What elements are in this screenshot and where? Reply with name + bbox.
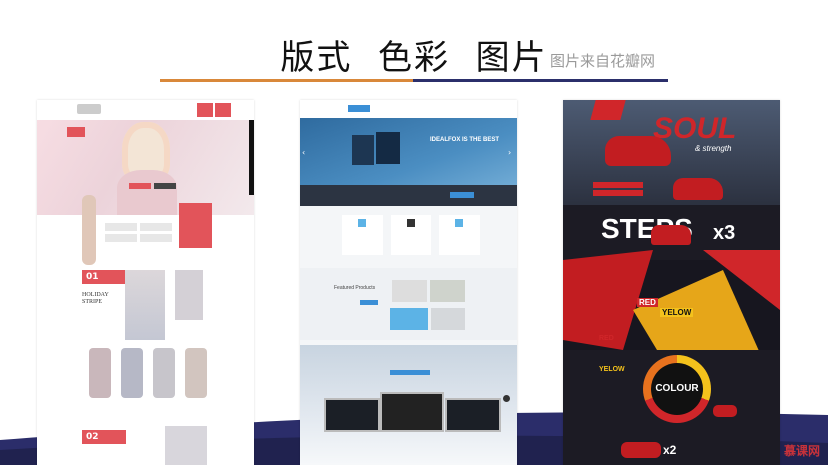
poster-word-x3: x3 xyxy=(713,222,736,244)
product-item xyxy=(89,348,111,398)
tech-hero-headline: IDEALFOX IS THE BEST xyxy=(430,137,500,143)
poster-tag xyxy=(590,100,626,120)
mooc-watermark: 慕课网 xyxy=(783,444,820,458)
poster-word-x2: x2 xyxy=(663,443,677,457)
poster-word-yellow: YELOW xyxy=(660,308,694,317)
car-small xyxy=(713,405,737,417)
product-photo xyxy=(125,270,165,340)
car-poster-mockup: SOUL & strength STEPS x3 RED YELOW RED Y… xyxy=(563,100,780,465)
section-number: 02 xyxy=(82,430,126,444)
slide-title-wrap: 版式 色彩 图片 xyxy=(0,30,828,79)
feature-icons-row xyxy=(105,223,175,245)
hero-cta xyxy=(154,183,176,189)
fashion-nav-button xyxy=(215,103,231,117)
poster-word-colour: COLOUR xyxy=(655,383,699,394)
section-number: 01 xyxy=(82,270,126,284)
product-item xyxy=(185,348,207,398)
fashion-side-toolbar xyxy=(249,120,254,195)
poster-geometric-shapes xyxy=(563,250,780,360)
hero-cta xyxy=(129,183,151,189)
feature-cards xyxy=(342,215,481,255)
feature-card xyxy=(390,215,432,255)
tech-cta-bar xyxy=(300,185,517,206)
poster-word-yellow: YELOW xyxy=(599,366,625,373)
feature-card xyxy=(439,215,481,255)
poster-word-soul: SOUL xyxy=(653,112,737,145)
title-underline-navy xyxy=(413,79,668,82)
product-photo xyxy=(165,426,207,465)
poster-word-red: RED xyxy=(599,335,614,342)
monitor-center xyxy=(380,392,444,432)
product-item xyxy=(153,348,175,398)
fashion-hero-tag xyxy=(67,127,85,137)
product-thumb-highlight xyxy=(390,308,428,330)
product-thumb xyxy=(431,308,465,330)
car-red-small xyxy=(673,178,723,200)
poster-word-strength: & strength xyxy=(695,144,732,153)
slider-next-icon[interactable] xyxy=(503,395,510,402)
tech-cta-button[interactable] xyxy=(450,192,474,198)
slide-subtitle: 图片来自花瓣网 xyxy=(550,52,656,70)
tech-logo xyxy=(348,105,370,112)
tech-top-nav xyxy=(300,100,517,118)
fashion-nav-button xyxy=(197,103,213,117)
slider-prev-icon[interactable]: ‹ xyxy=(302,148,305,157)
product-thumb xyxy=(430,280,465,302)
car-red-steps xyxy=(651,225,691,245)
poster-label-bar xyxy=(593,190,643,196)
tech-website-mockup: IDEALFOX IS THE BEST ‹ › Featured Produc… xyxy=(300,100,517,465)
product-box xyxy=(352,135,374,165)
devices-cta[interactable] xyxy=(390,370,430,375)
promo-box xyxy=(179,203,212,248)
product-box xyxy=(376,132,400,164)
model-figure xyxy=(82,195,96,265)
featured-products-heading: Featured Products xyxy=(334,285,376,291)
slider-next-icon[interactable]: › xyxy=(508,148,511,157)
poster-word-red: RED xyxy=(637,298,658,307)
fashion-website-mockup: 01 HOLIDAY STRIPE 02 xyxy=(37,100,254,465)
title-underline-orange xyxy=(160,79,413,82)
section-heading: HOLIDAY STRIPE xyxy=(82,292,109,305)
car-red xyxy=(605,136,671,166)
featured-products-button[interactable] xyxy=(360,300,378,305)
car-bottom xyxy=(621,442,661,458)
product-grid xyxy=(89,348,219,398)
monitor-right xyxy=(445,398,501,432)
model-shoulders xyxy=(117,170,177,215)
poster-label-bar xyxy=(593,182,643,188)
monitor-left xyxy=(324,398,380,432)
slide-title: 版式 色彩 图片 xyxy=(280,38,548,78)
product-item xyxy=(121,348,143,398)
feature-card xyxy=(342,215,383,255)
product-thumb xyxy=(392,280,427,302)
product-photo xyxy=(175,270,203,320)
fashion-logo xyxy=(77,104,101,114)
